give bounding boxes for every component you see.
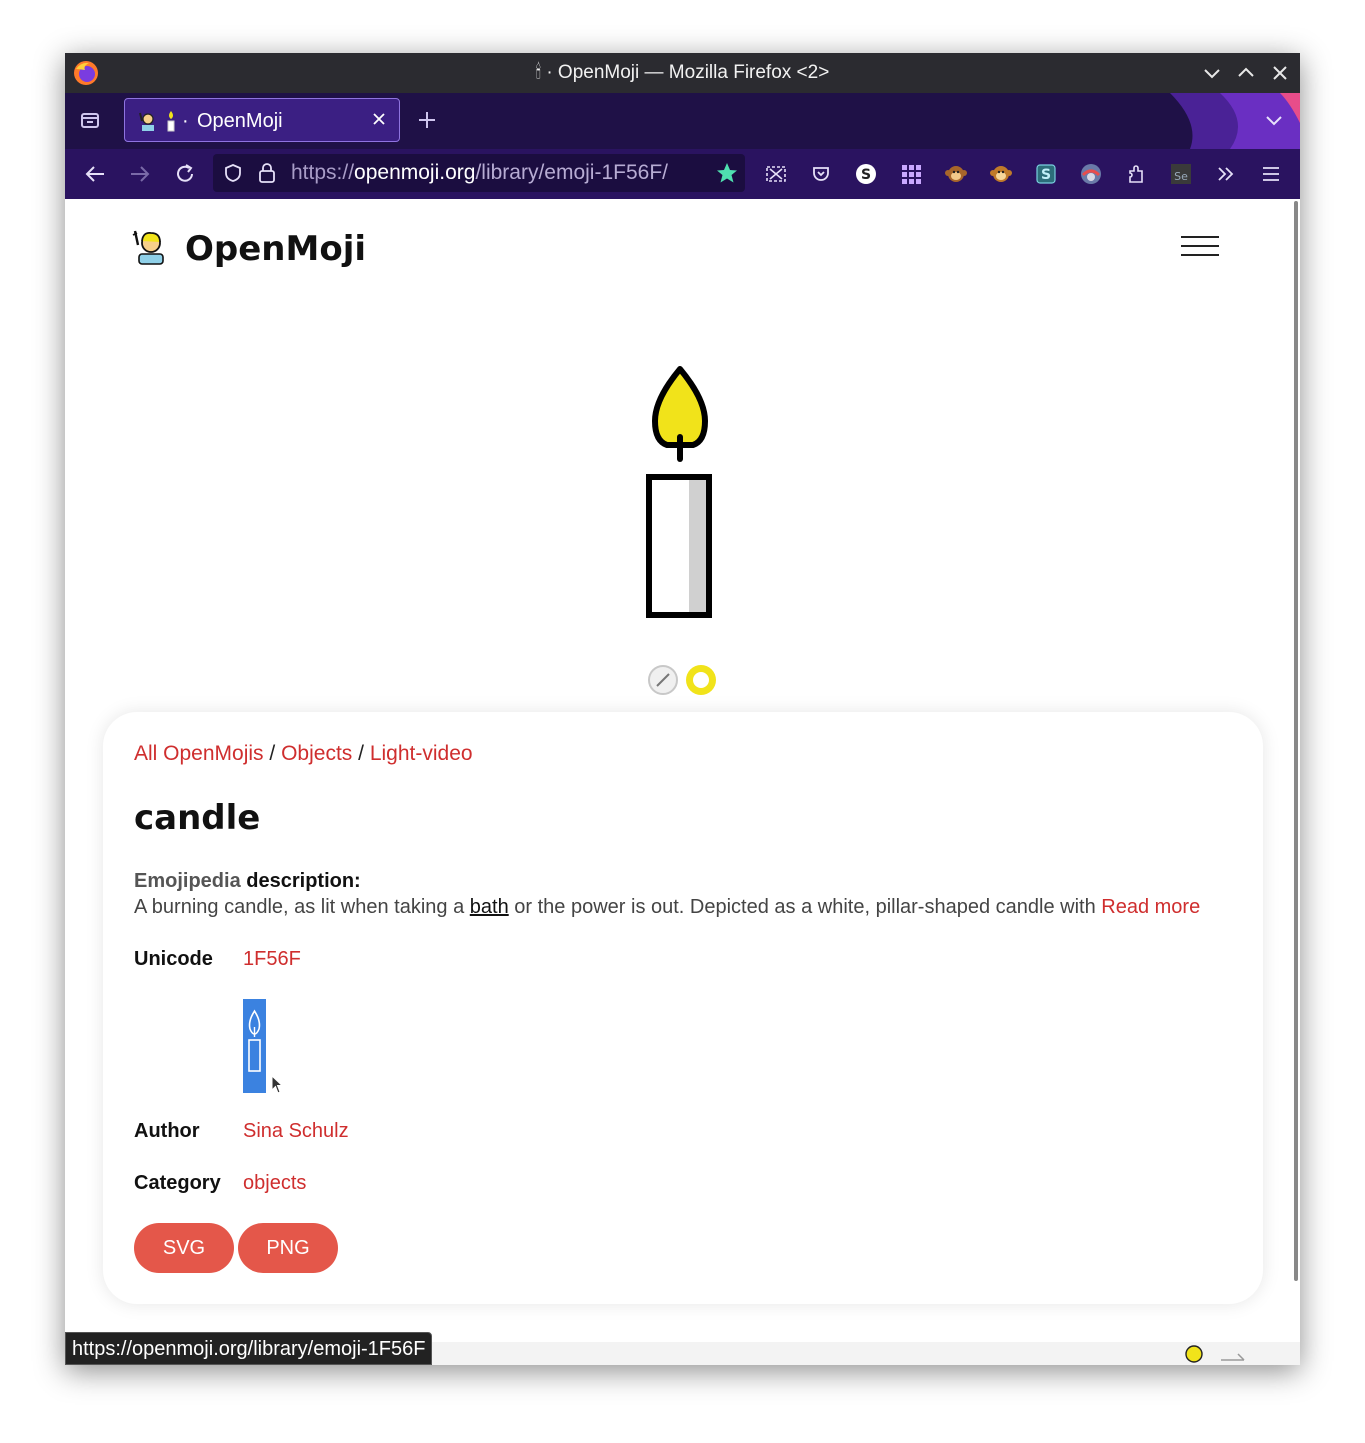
breadcrumb-objects[interactable]: Objects [281, 742, 352, 765]
tab-strip: · OpenMoji [65, 93, 1300, 149]
tab-close-icon[interactable] [371, 111, 387, 127]
selected-unicode-glyph[interactable] [243, 999, 266, 1093]
emoji-details-card: All OpenMojis / Objects / Light-video ca… [103, 712, 1263, 1304]
breadcrumb-separator: / [358, 742, 364, 765]
tab-separator: · [182, 110, 189, 132]
tab-label: OpenMoji [197, 110, 283, 132]
pencil-line-icon [656, 673, 670, 687]
description-source: Emojipedia [134, 870, 241, 892]
forward-button[interactable] [126, 161, 154, 187]
arrow-right-small-icon [1221, 1353, 1245, 1361]
screenshot-extension-icon[interactable] [763, 161, 789, 187]
window-title: 🕯 · OpenMoji — Mozilla Firefox <2> [535, 62, 830, 83]
plus-icon [419, 112, 435, 128]
monkey-extension-2-icon[interactable] [988, 161, 1014, 187]
stylus-extension-icon[interactable]: S [1033, 161, 1059, 187]
read-more-link[interactable]: Read more [1101, 896, 1200, 918]
site-title[interactable]: OpenMoji [185, 229, 366, 269]
mouse-cursor-icon [271, 1075, 284, 1094]
page-content: OpenMoji All OpenMojis / Objects / Light… [65, 199, 1300, 1365]
list-all-tabs-button[interactable] [1261, 107, 1287, 133]
navigation-bar: https://openmoji.org/library/emoji-1F56F… [65, 149, 1300, 199]
arrow-right-icon [131, 166, 150, 182]
back-button[interactable] [81, 161, 109, 187]
more-tools-icon[interactable] [1213, 161, 1239, 187]
download-png-button[interactable]: PNG [238, 1223, 338, 1273]
bookmark-star-icon[interactable] [716, 162, 738, 184]
close-window-icon[interactable] [1270, 63, 1290, 83]
author-link[interactable]: Sina Schulz [243, 1120, 349, 1143]
openmoji-favicon-icon [139, 112, 154, 131]
color-toggle[interactable] [686, 665, 716, 695]
tab-overview-icon[interactable] [77, 107, 103, 133]
openmoji-logo-icon[interactable] [131, 229, 167, 265]
new-tab-button[interactable] [414, 107, 440, 133]
description-part-1: A burning candle, as lit when taking a [134, 896, 470, 918]
description-part-2: or the power is out. Depicted as a white… [508, 896, 1102, 918]
svg-text:S: S [861, 167, 871, 183]
menu-bar-1 [1181, 236, 1219, 238]
monkey-extension-icon[interactable] [943, 161, 969, 187]
download-svg-button[interactable]: SVG [134, 1223, 234, 1273]
reload-icon [177, 164, 193, 182]
tab-openmoji[interactable]: · OpenMoji [124, 98, 400, 142]
description-heading: Emojipedia description: [134, 870, 361, 893]
app-menu-icon[interactable] [1258, 161, 1284, 187]
pocket-icon[interactable] [808, 161, 834, 187]
svg-text:Se: Se [1174, 170, 1188, 183]
color-circle-icon [693, 672, 709, 688]
url-host: openmoji.org [354, 161, 476, 184]
maximize-icon[interactable] [1236, 63, 1256, 83]
menu-bar-2 [1181, 245, 1219, 247]
breadcrumb-separator: / [269, 742, 276, 765]
black-white-toggle[interactable] [648, 665, 678, 695]
s-extension-icon[interactable]: S [853, 161, 879, 187]
url-path: /library/emoji-1F56F/ [475, 161, 668, 184]
status-bar-url: https://openmoji.org/library/emoji-1F56F [65, 1332, 433, 1365]
breadcrumb: All OpenMojis / Objects / Light-video [134, 742, 473, 766]
url-scheme: https:// [291, 161, 355, 184]
emoji-title: candle [134, 798, 261, 838]
svg-text:S: S [1041, 167, 1051, 183]
title-bar: 🕯 · OpenMoji — Mozilla Firefox <2> [65, 53, 1300, 93]
minimize-icon[interactable] [1202, 63, 1222, 83]
lock-icon[interactable] [258, 162, 276, 184]
puzzle-extensions-icon[interactable] [1123, 161, 1149, 187]
unicode-value-link[interactable]: 1F56F [243, 948, 301, 971]
candle-favicon-icon [167, 111, 175, 132]
description-text: A burning candle, as lit when taking a b… [134, 896, 1200, 919]
category-link[interactable]: objects [243, 1172, 306, 1195]
apps-grid-icon[interactable] [898, 161, 924, 187]
author-label: Author [134, 1120, 200, 1142]
chevron-down-icon [1266, 116, 1282, 126]
url-text[interactable]: https://openmoji.org/library/emoji-1F56F… [291, 161, 668, 185]
page-scrollbar[interactable] [1294, 201, 1298, 1281]
candle-glyph-icon [248, 1009, 261, 1072]
bath-link[interactable]: bath [470, 896, 509, 918]
avatar-extension-icon[interactable] [1078, 161, 1104, 187]
site-menu-button[interactable] [1181, 236, 1219, 260]
category-label: Category [134, 1172, 221, 1194]
lightbulb-icon [1185, 1345, 1203, 1363]
arrow-left-icon [85, 166, 104, 182]
description-label: description: [246, 870, 361, 892]
menu-bar-3 [1181, 254, 1219, 256]
browser-window: 🕯 · OpenMoji — Mozilla Firefox <2> · Ope… [65, 53, 1300, 1365]
breadcrumb-all-openmojis[interactable]: All OpenMojis [134, 742, 264, 765]
shield-icon[interactable] [223, 163, 243, 183]
url-bar[interactable]: https://openmoji.org/library/emoji-1F56F… [213, 154, 745, 192]
breadcrumb-light-video[interactable]: Light-video [370, 742, 473, 765]
candle-emoji-image [646, 366, 712, 618]
selenium-extension-icon[interactable]: Se [1168, 161, 1194, 187]
reload-button[interactable] [171, 161, 199, 187]
unicode-label: Unicode [134, 948, 213, 970]
